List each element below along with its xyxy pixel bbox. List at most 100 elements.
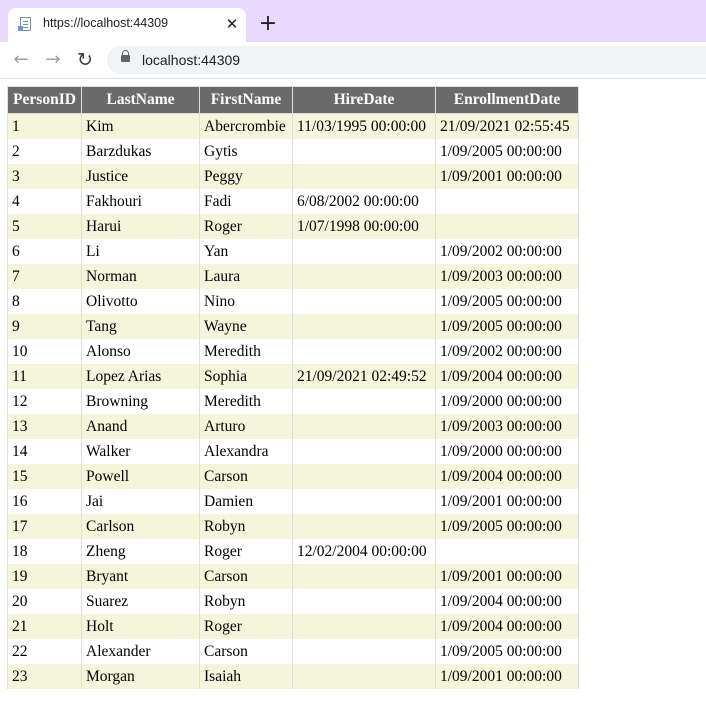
table-body: 1 Kim Abercrombie 11/03/1995 00:00:00 21/09/… (7, 113, 579, 689)
cell-personid: 2 (7, 139, 82, 164)
table-row: 6 Li Yan 1/09/2002 00:00:00 (7, 239, 579, 264)
cell-enrollmentdate: 1/09/2004 00:00:00 (435, 464, 579, 489)
cell-hiredate (292, 564, 436, 589)
cell-enrollmentdate: 1/09/2001 00:00:00 (435, 489, 579, 514)
table-header-row: PersonID LastName FirstName HireDate Enr… (7, 86, 579, 114)
cell-lastname: Suarez (81, 589, 200, 614)
cell-enrollmentdate: 1/09/2003 00:00:00 (435, 414, 579, 439)
cell-hiredate: 12/02/2004 00:00:00 (292, 539, 436, 564)
cell-firstname: Carson (199, 564, 293, 589)
cell-lastname: Walker (81, 439, 200, 464)
cell-hiredate (292, 589, 436, 614)
table-row: 14 Walker Alexandra 1/09/2000 00:00:00 (7, 439, 579, 464)
cell-personid: 10 (7, 339, 82, 364)
cell-lastname: Holt (81, 614, 200, 639)
cell-hiredate (292, 164, 436, 189)
cell-lastname: Morgan (81, 664, 200, 689)
cell-lastname: Justice (81, 164, 200, 189)
cell-firstname: Abercrombie (199, 113, 293, 139)
cell-lastname: Zheng (81, 539, 200, 564)
cell-firstname: Nino (199, 289, 293, 314)
people-table: PersonID LastName FirstName HireDate Enr… (7, 86, 579, 689)
column-header-personid: PersonID (7, 86, 82, 114)
table-row: 8 Olivotto Nino 1/09/2005 00:00:00 (7, 289, 579, 314)
table-row: 12 Browning Meredith 1/09/2000 00:00:00 (7, 389, 579, 414)
cell-personid: 15 (7, 464, 82, 489)
cell-personid: 18 (7, 539, 82, 564)
cell-firstname: Wayne (199, 314, 293, 339)
cell-enrollmentdate: 1/09/2001 00:00:00 (435, 564, 579, 589)
cell-firstname: Carson (199, 639, 293, 664)
cell-enrollmentdate: 1/09/2005 00:00:00 (435, 639, 579, 664)
cell-personid: 14 (7, 439, 82, 464)
cell-enrollmentdate: 1/09/2005 00:00:00 (435, 514, 579, 539)
cell-enrollmentdate: 1/09/2005 00:00:00 (435, 139, 579, 164)
tab-strip: https://localhost:44309 ✕ + (0, 0, 706, 42)
cell-personid: 11 (7, 364, 82, 389)
cell-hiredate (292, 614, 436, 639)
cell-hiredate (292, 514, 436, 539)
cell-firstname: Peggy (199, 164, 293, 189)
cell-lastname: Norman (81, 264, 200, 289)
cell-hiredate: 21/09/2021 02:49:52 (292, 364, 436, 389)
cell-lastname: Harui (81, 214, 200, 239)
cell-lastname: Tang (81, 314, 200, 339)
table-row: 3 Justice Peggy 1/09/2001 00:00:00 (7, 164, 579, 189)
table-row: 21 Holt Roger 1/09/2004 00:00:00 (7, 614, 579, 639)
cell-firstname: Yan (199, 239, 293, 264)
cell-enrollmentdate: 1/09/2005 00:00:00 (435, 314, 579, 339)
url-text[interactable]: localhost:44309 (142, 52, 240, 68)
cell-hiredate: 6/08/2002 00:00:00 (292, 189, 436, 214)
cell-lastname: Lopez Arias (81, 364, 200, 389)
table-row: 9 Tang Wayne 1/09/2005 00:00:00 (7, 314, 579, 339)
lock-icon[interactable] (121, 50, 130, 62)
cell-enrollmentdate: 1/09/2002 00:00:00 (435, 339, 579, 364)
cell-hiredate (292, 239, 436, 264)
cell-lastname: Alexander (81, 639, 200, 664)
cell-lastname: Powell (81, 464, 200, 489)
table-row: 20 Suarez Robyn 1/09/2004 00:00:00 (7, 589, 579, 614)
cell-lastname: Bryant (81, 564, 200, 589)
cell-hiredate (292, 264, 436, 289)
cell-personid: 13 (7, 414, 82, 439)
cell-enrollmentdate (435, 539, 579, 564)
cell-personid: 22 (7, 639, 82, 664)
cell-firstname: Roger (199, 614, 293, 639)
cell-hiredate (292, 414, 436, 439)
column-header-hiredate: HireDate (292, 86, 436, 114)
cell-firstname: Carson (199, 464, 293, 489)
table-row: 16 Jai Damien 1/09/2001 00:00:00 (7, 489, 579, 514)
cell-hiredate (292, 639, 436, 664)
cell-enrollmentdate: 1/09/2000 00:00:00 (435, 439, 579, 464)
cell-firstname: Meredith (199, 339, 293, 364)
cell-enrollmentdate: 1/09/2000 00:00:00 (435, 389, 579, 414)
address-bar[interactable]: localhost:44309 (107, 46, 706, 74)
cell-personid: 17 (7, 514, 82, 539)
browser-tab[interactable]: https://localhost:44309 ✕ (8, 8, 246, 42)
page-content: PersonID LastName FirstName HireDate Enr… (0, 79, 706, 716)
cell-lastname: Carlson (81, 514, 200, 539)
cell-enrollmentdate: 1/09/2003 00:00:00 (435, 264, 579, 289)
arrow-left-icon[interactable]: ← (9, 48, 33, 72)
cell-personid: 12 (7, 389, 82, 414)
reload-icon[interactable]: ↻ (73, 48, 97, 72)
cell-hiredate (292, 664, 436, 689)
close-icon[interactable]: ✕ (222, 14, 242, 34)
cell-personid: 8 (7, 289, 82, 314)
cell-lastname: Kim (81, 113, 200, 139)
cell-lastname: Olivotto (81, 289, 200, 314)
cell-enrollmentdate: 1/09/2001 00:00:00 (435, 164, 579, 189)
cell-enrollmentdate: 1/09/2002 00:00:00 (435, 239, 579, 264)
cell-firstname: Arturo (199, 414, 293, 439)
cell-firstname: Sophia (199, 364, 293, 389)
cell-hiredate (292, 389, 436, 414)
cell-lastname: Li (81, 239, 200, 264)
table-row: 18 Zheng Roger 12/02/2004 00:00:00 (7, 539, 579, 564)
plus-icon[interactable]: + (256, 12, 280, 36)
table-row: 11 Lopez Arias Sophia 21/09/2021 02:49:52 1/… (7, 364, 579, 389)
cell-hiredate (292, 339, 436, 364)
cell-personid: 1 (7, 113, 82, 139)
table-row: 13 Anand Arturo 1/09/2003 00:00:00 (7, 414, 579, 439)
arrow-right-icon[interactable]: → (41, 48, 65, 72)
tab-title: https://localhost:44309 (43, 16, 169, 30)
